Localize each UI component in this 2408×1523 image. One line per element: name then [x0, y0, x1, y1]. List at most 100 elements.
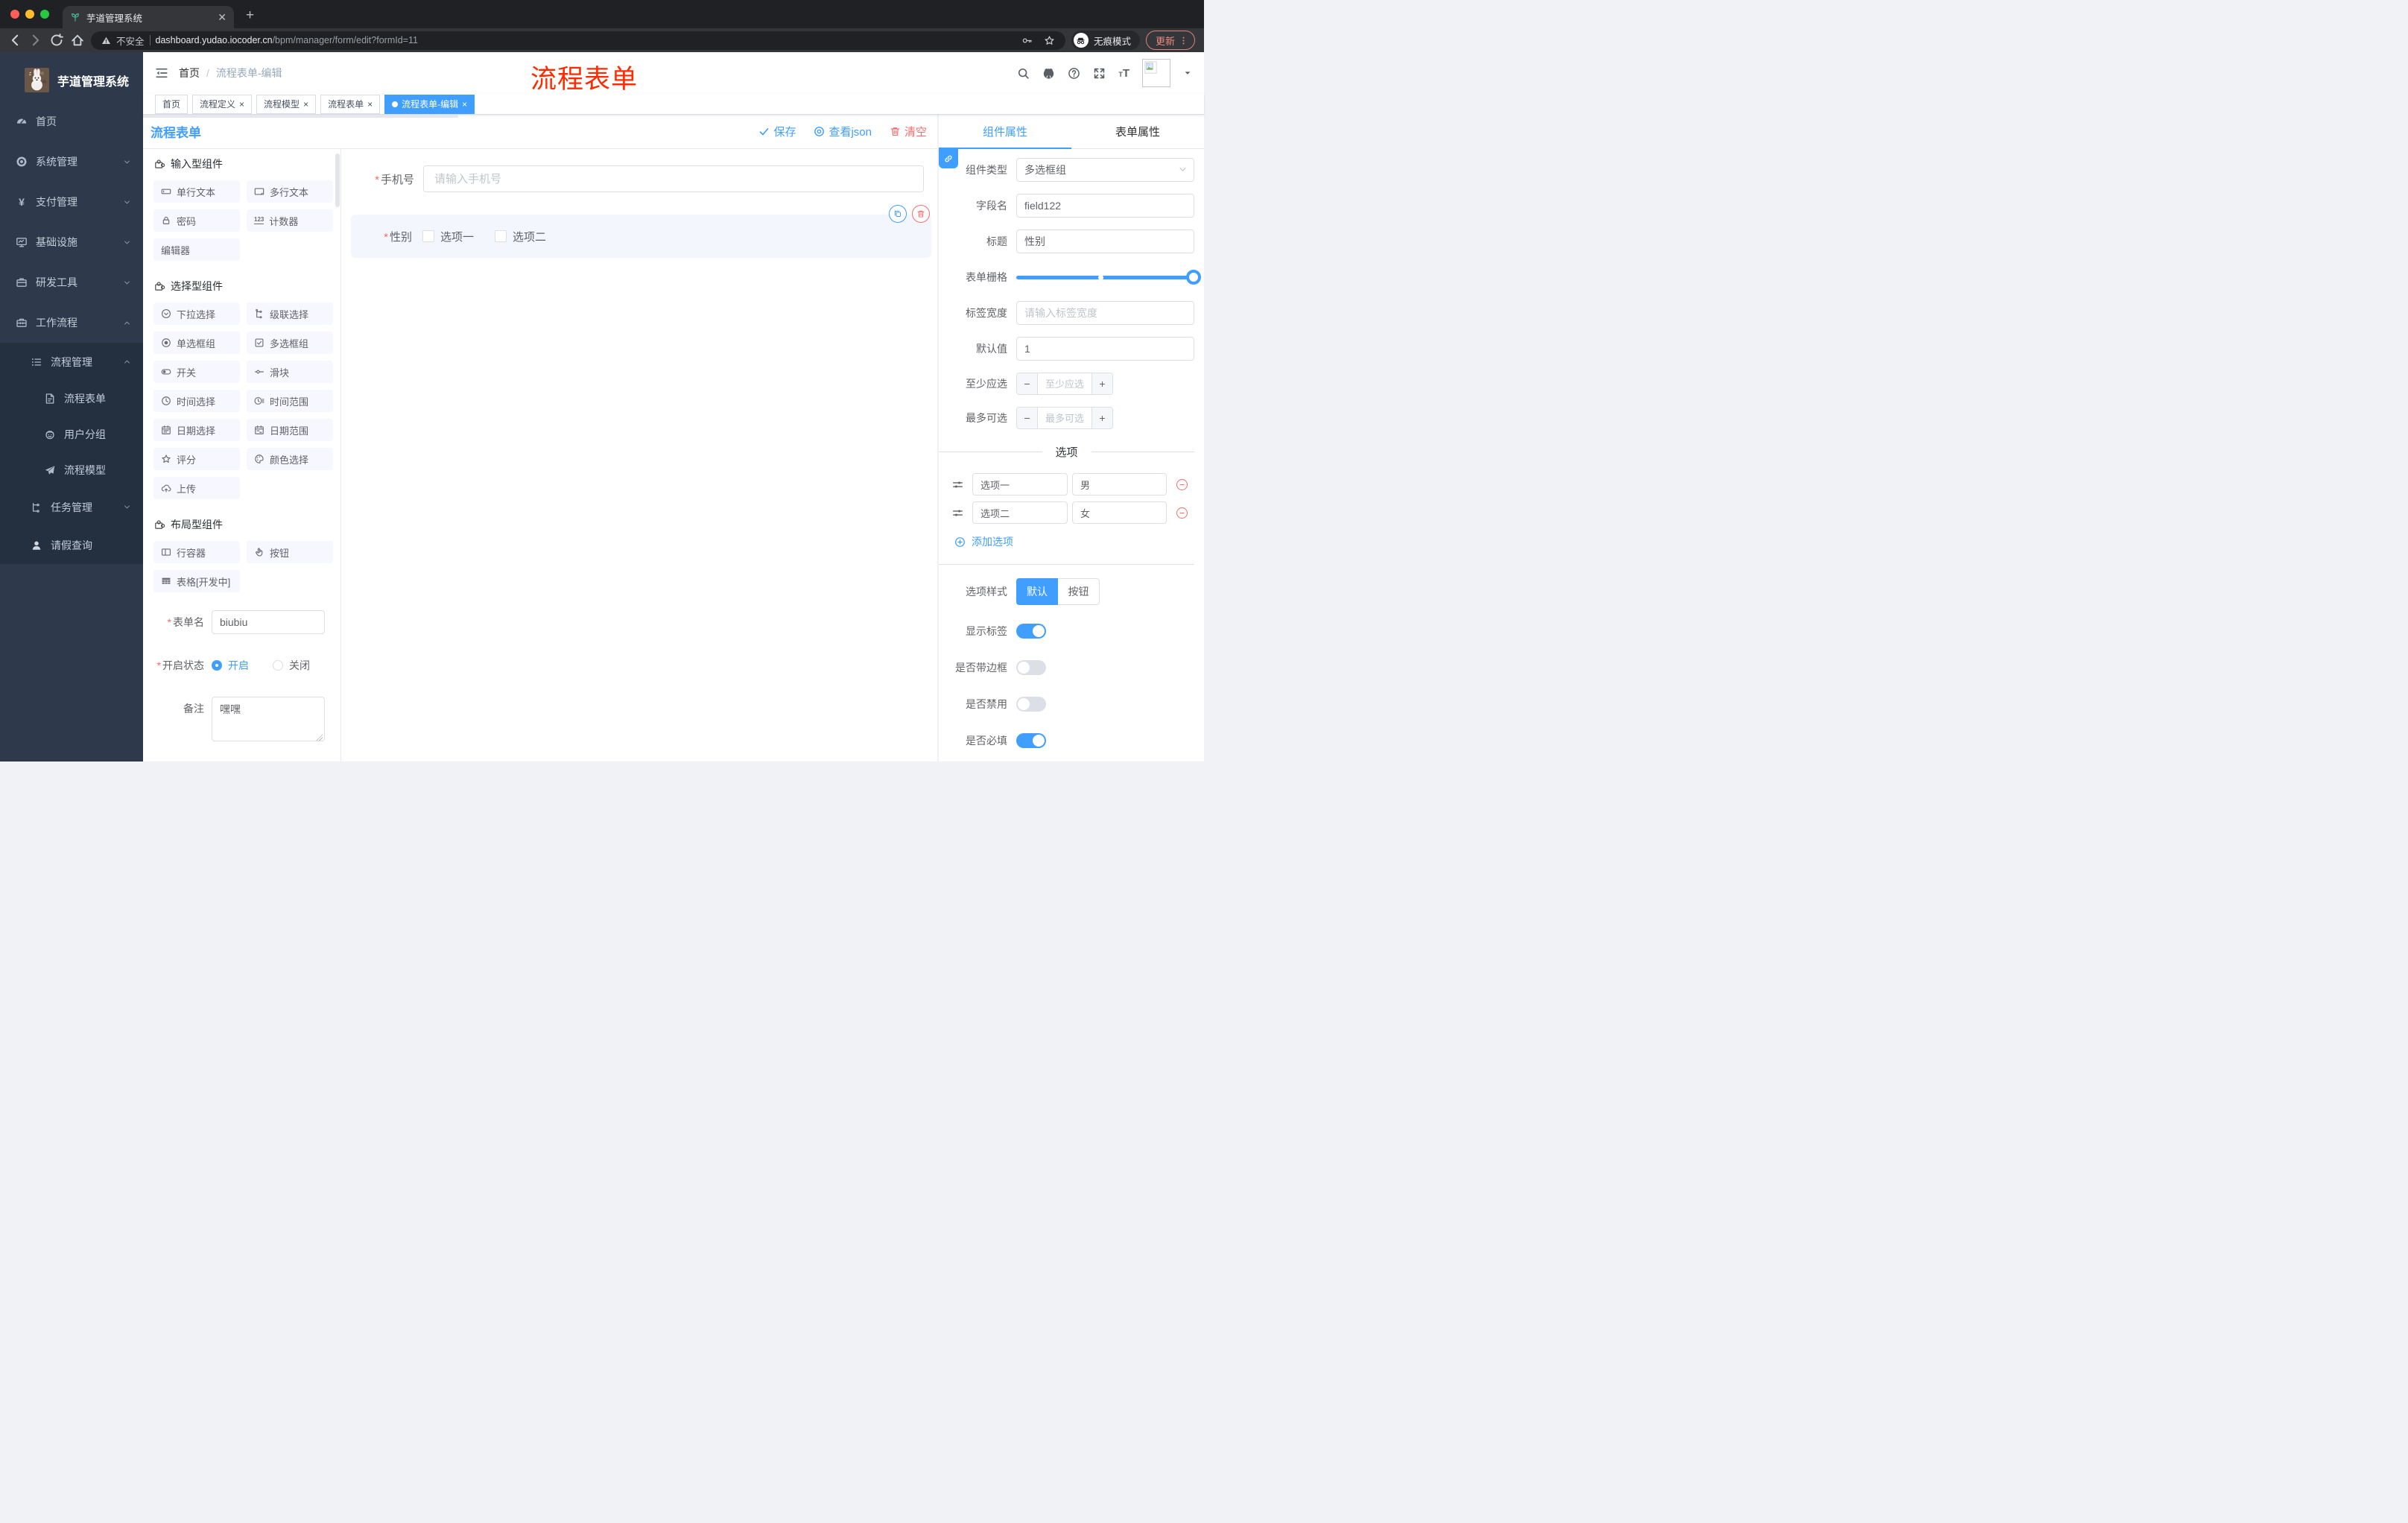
search-icon[interactable]: [1017, 67, 1030, 80]
forward-icon[interactable]: [28, 33, 43, 48]
component-行容器[interactable]: 行容器: [153, 541, 240, 563]
plus-icon[interactable]: +: [1091, 408, 1112, 428]
slider-thumb[interactable]: [1186, 269, 1201, 285]
new-tab-button[interactable]: +: [246, 7, 254, 24]
toggle-on[interactable]: [1016, 733, 1046, 748]
breadcrumb-home[interactable]: 首页: [179, 66, 200, 80]
sidebar-item-流程管理[interactable]: 流程管理: [0, 343, 143, 381]
status-off-radio[interactable]: [273, 660, 283, 671]
sidebar-item-流程模型[interactable]: 流程模型: [0, 452, 143, 488]
grid-slider[interactable]: [1016, 265, 1201, 289]
form-remark-textarea[interactable]: 嘿嘿: [212, 697, 325, 741]
option-label-input[interactable]: [972, 473, 1068, 495]
password-key-icon[interactable]: [1021, 35, 1033, 46]
form-canvas[interactable]: *手机号 *性别 选项一 选项二: [341, 149, 937, 762]
tab-form-props[interactable]: 表单属性: [1071, 115, 1204, 148]
tag-close-icon[interactable]: ×: [462, 100, 467, 109]
option-value-input[interactable]: [1072, 501, 1167, 524]
drag-handle-icon[interactable]: [952, 507, 963, 519]
component-单行文本[interactable]: 单行文本: [153, 180, 240, 203]
min-select-input[interactable]: [1038, 373, 1091, 394]
bookmark-star-icon[interactable]: [1044, 35, 1055, 46]
sidebar-item-研发工具[interactable]: 研发工具: [0, 262, 143, 303]
phone-field-input[interactable]: [423, 165, 924, 192]
url-omnibox[interactable]: 不安全 dashboard.yudao.iocoder.cn/bpm/manag…: [91, 31, 1065, 50]
tag-流程定义[interactable]: 流程定义 ×: [192, 94, 253, 114]
reload-icon[interactable]: [49, 33, 64, 48]
default-value-input[interactable]: [1016, 337, 1194, 361]
selected-component-gender[interactable]: * 性别 选项一 选项二: [351, 205, 931, 258]
tag-流程表单[interactable]: 流程表单 ×: [320, 94, 381, 114]
view-json-button[interactable]: 查看json: [814, 124, 872, 139]
back-icon[interactable]: [7, 33, 22, 48]
gender-option-2[interactable]: 选项二: [495, 229, 546, 244]
sidebar-item-工作流程[interactable]: 工作流程: [0, 303, 143, 343]
maximize-window-button[interactable]: [40, 10, 49, 19]
checkbox-icon[interactable]: [495, 230, 507, 242]
panel-scrollbar-thumb[interactable]: [335, 153, 340, 207]
link-affix-button[interactable]: [939, 149, 958, 168]
title-input[interactable]: [1016, 229, 1194, 253]
status-on-label[interactable]: 开启: [228, 658, 249, 673]
component-评分[interactable]: 评分: [153, 448, 240, 470]
sidebar-logo[interactable]: 芋道管理系统: [0, 52, 143, 101]
component-type-select[interactable]: [1016, 158, 1194, 182]
gender-option-1[interactable]: 选项一: [422, 229, 474, 244]
remove-option-button[interactable]: [1176, 507, 1188, 519]
checkbox-icon[interactable]: [422, 230, 434, 242]
home-icon[interactable]: [70, 33, 85, 48]
browser-tab[interactable]: 芋道管理系统 ✕: [63, 6, 234, 28]
avatar[interactable]: [1142, 59, 1170, 87]
tab-close-icon[interactable]: ✕: [218, 11, 226, 24]
component-表格[开发中][interactable]: 表格[开发中]: [153, 570, 240, 592]
component-密码[interactable]: 密码: [153, 209, 240, 232]
label-width-input[interactable]: [1016, 301, 1194, 325]
browser-update-button[interactable]: 更新: [1145, 31, 1195, 50]
toggle-off[interactable]: [1016, 697, 1046, 712]
status-off-label[interactable]: 关闭: [289, 658, 310, 673]
tags-scrollbar-thumb[interactable]: [143, 115, 458, 118]
tag-流程模型[interactable]: 流程模型 ×: [256, 94, 317, 114]
form-name-input[interactable]: [212, 610, 325, 634]
toggle-on[interactable]: [1016, 624, 1046, 639]
copy-component-button[interactable]: [889, 205, 907, 223]
component-时间选择[interactable]: 时间选择: [153, 390, 240, 412]
sidebar-collapse-icon[interactable]: [155, 66, 168, 80]
component-编辑器[interactable]: 编辑器: [153, 238, 240, 261]
chevron-down-icon[interactable]: [1183, 69, 1192, 77]
tag-close-icon[interactable]: ×: [239, 100, 244, 109]
component-按钮[interactable]: 按钮: [247, 541, 333, 563]
window-controls[interactable]: [0, 0, 63, 28]
phone-field-row[interactable]: * 手机号: [341, 165, 937, 192]
sidebar-item-流程表单[interactable]: 流程表单: [0, 381, 143, 417]
tab-component-props[interactable]: 组件属性: [939, 115, 1071, 148]
component-颜色选择[interactable]: 颜色选择: [247, 448, 333, 470]
close-window-button[interactable]: [10, 10, 19, 19]
github-icon[interactable]: [1042, 67, 1055, 80]
sidebar-item-用户分组[interactable]: 用户分组: [0, 417, 143, 452]
component-开关[interactable]: 开关: [153, 361, 240, 383]
remove-option-button[interactable]: [1176, 478, 1188, 490]
component-多选框组[interactable]: 多选框组: [247, 332, 333, 354]
drag-handle-icon[interactable]: [952, 479, 963, 490]
clear-button[interactable]: 清空: [890, 124, 927, 139]
component-单选框组[interactable]: 单选框组: [153, 332, 240, 354]
component-下拉选择[interactable]: 下拉选择: [153, 303, 240, 325]
tag-close-icon[interactable]: ×: [367, 100, 373, 109]
component-级联选择[interactable]: 级联选择: [247, 303, 333, 325]
toggle-off[interactable]: [1016, 660, 1046, 675]
sidebar-item-基础设施[interactable]: 基础设施: [0, 222, 143, 262]
fullscreen-icon[interactable]: [1093, 67, 1106, 80]
minimize-window-button[interactable]: [25, 10, 34, 19]
component-计数器[interactable]: 123 计数器: [247, 209, 333, 232]
component-滑块[interactable]: 滑块: [247, 361, 333, 383]
textarea-resize-handle[interactable]: [316, 734, 323, 741]
option-label-input[interactable]: [972, 501, 1068, 524]
minus-icon[interactable]: −: [1017, 408, 1038, 428]
sidebar-item-请假查询[interactable]: 请假查询: [0, 526, 143, 564]
sidebar-item-支付管理[interactable]: ¥ 支付管理: [0, 182, 143, 222]
component-日期范围[interactable]: 日期范围: [247, 419, 333, 441]
browser-menu-dots-icon[interactable]: [1179, 36, 1188, 45]
text-size-icon[interactable]: TT: [1118, 68, 1129, 79]
delete-component-button[interactable]: [912, 205, 930, 223]
